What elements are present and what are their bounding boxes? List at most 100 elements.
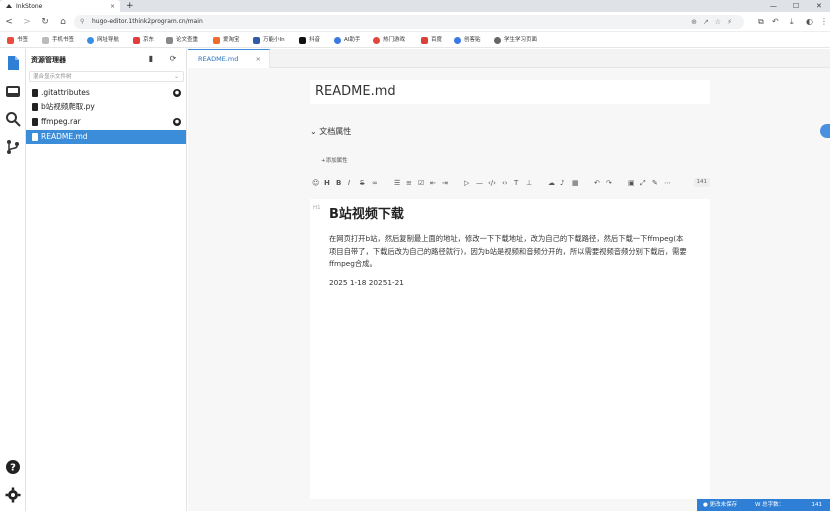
unsaved-status[interactable]: ● 更改未保存 xyxy=(703,499,737,511)
horizontal-rule-icon[interactable]: — xyxy=(476,177,483,189)
new-tab-button[interactable]: + xyxy=(126,0,134,12)
strikethrough-icon[interactable]: S xyxy=(360,177,364,189)
outdent-icon[interactable]: ⇤ xyxy=(430,177,436,189)
help-icon[interactable]: ? xyxy=(5,459,21,475)
home-icon[interactable]: ⌂ xyxy=(57,16,69,28)
document-date-line[interactable]: 2025 1-18 20251-21 xyxy=(329,278,404,287)
redo-icon[interactable]: ↷ xyxy=(606,177,612,189)
link-icon[interactable]: ∞ xyxy=(372,177,378,189)
bookmark-item[interactable]: 创客贴 xyxy=(454,35,481,45)
document-paragraph[interactable]: 在网页打开b站，然后复制最上面的地址，修改一下下载地址，改为自己的下载路径，然后… xyxy=(329,233,689,271)
inline-code-icon[interactable]: ‹› xyxy=(502,177,508,189)
markdown-toolbar: ☺ H B I S ∞ ☰ ≡ ☑ ⇤ ⇥ ▷ — ‹/› ‹› T ⊥ ☁ ♪… xyxy=(310,177,710,189)
bookmarks-bar: 书签 手机书签 网址导航 京东 论文查重 爱淘宝 万能小In 抖音 AI助手 热… xyxy=(0,32,830,48)
minimize-icon[interactable]: — xyxy=(770,0,777,12)
svg-text:?: ? xyxy=(10,463,16,474)
download-icon[interactable]: ⤓ xyxy=(790,16,794,28)
ordered-list-icon[interactable]: ≡ xyxy=(406,177,412,189)
game-icon xyxy=(373,36,380,44)
insert-after-icon[interactable]: ⊥ xyxy=(526,177,532,189)
browser-tab-bar: InkStone × + — ☐ ✕ xyxy=(0,0,830,12)
document-heading[interactable]: B站视频下载 xyxy=(329,203,404,222)
undo-icon[interactable]: ↶ xyxy=(772,16,779,28)
bookmark-item[interactable]: 百度 xyxy=(421,35,442,45)
file-item[interactable]: ffmpeg.rar xyxy=(26,115,186,129)
taobao-icon xyxy=(213,36,220,44)
file-item-active[interactable]: README.md xyxy=(26,130,186,144)
table-icon[interactable]: ▦ xyxy=(572,177,579,189)
fullscreen-icon[interactable]: ⤢ xyxy=(640,177,646,189)
bookmark-item[interactable]: 书签 xyxy=(7,35,28,45)
browser-tab[interactable]: InkStone × xyxy=(0,0,120,12)
folder-icon xyxy=(42,36,49,44)
star-icon xyxy=(7,36,14,44)
bookmark-item[interactable]: 爱淘宝 xyxy=(213,35,240,45)
bookmark-item[interactable]: 学生学习页面 xyxy=(494,35,537,45)
activity-bar: ? xyxy=(0,49,26,511)
file-item[interactable]: b站视频爬取.py xyxy=(26,100,186,114)
refresh-icon[interactable]: ⟳ xyxy=(168,54,178,64)
italic-icon[interactable]: I xyxy=(348,177,350,189)
ai-icon xyxy=(334,36,341,44)
bookmark-item[interactable]: 论文查重 xyxy=(166,35,198,45)
emoji-icon[interactable]: ☺ xyxy=(312,177,319,189)
undo-icon[interactable]: ↶ xyxy=(594,177,600,189)
files-icon[interactable] xyxy=(5,55,21,71)
bullet-list-icon[interactable]: ☰ xyxy=(394,177,400,189)
profile-icon[interactable]: ◐ xyxy=(806,16,813,28)
indent-icon[interactable]: ⇥ xyxy=(442,177,448,189)
bookmark-item[interactable]: 京东 xyxy=(133,35,154,45)
settings-gear-icon[interactable] xyxy=(5,487,21,503)
side-panel-toggle[interactable] xyxy=(820,124,830,138)
chevron-down-icon: ⌄ xyxy=(173,73,179,80)
tree-view-select[interactable]: 混合显示文件树 ⌄ xyxy=(29,71,184,82)
reload-icon[interactable]: ↻ xyxy=(39,16,51,28)
new-file-icon[interactable]: ▮ xyxy=(146,54,156,64)
doc-title-input[interactable]: README.md xyxy=(310,80,710,104)
url-actions-icons[interactable]: ⊕↗☆⚡ xyxy=(691,15,738,29)
bookmark-item[interactable]: AI助手 xyxy=(334,35,360,45)
menu-icon[interactable]: ⋮ xyxy=(820,16,828,28)
edit-mode-icon[interactable]: ✎ xyxy=(652,177,658,189)
bookmark-item[interactable]: 万能小In xyxy=(253,35,285,45)
file-icon xyxy=(32,118,38,126)
code-icon[interactable]: ‹/› xyxy=(488,177,496,189)
github-icon xyxy=(173,89,181,97)
extensions-icon[interactable]: ⧉ xyxy=(758,16,764,28)
add-property-button[interactable]: +添加属性 xyxy=(321,156,348,164)
properties-label: 文档属性 xyxy=(319,127,352,136)
close-window-icon[interactable]: ✕ xyxy=(816,0,822,12)
checklist-icon[interactable]: ☑ xyxy=(418,177,424,189)
table-row-icon[interactable]: T xyxy=(514,177,518,189)
source-control-icon[interactable] xyxy=(5,139,21,155)
site-info-icon[interactable]: ⚲ xyxy=(80,15,84,29)
forward-icon[interactable]: > xyxy=(21,16,33,28)
bookmark-item[interactable]: 手机书签 xyxy=(42,35,74,45)
upload-icon[interactable]: ☁ xyxy=(548,177,555,189)
bookmark-item[interactable]: 网址导航 xyxy=(87,35,119,45)
document-properties-toggle[interactable]: ⌄ 文档属性 xyxy=(310,126,351,137)
bookmark-item[interactable]: 抖音 xyxy=(299,35,320,45)
inbox-icon[interactable] xyxy=(5,83,21,99)
editor-tab[interactable]: README.md × xyxy=(188,49,270,68)
file-item[interactable]: .gitattributes xyxy=(26,86,186,100)
file-icon xyxy=(32,89,38,97)
editor-tab-close-button[interactable]: × xyxy=(256,50,261,68)
search-icon[interactable] xyxy=(5,111,21,127)
status-bar: ● 更改未保存 W 总字数： 141 xyxy=(697,499,830,511)
back-icon[interactable]: < xyxy=(3,16,15,28)
browser-tab-title: InkStone xyxy=(16,2,43,10)
heading-icon[interactable]: H xyxy=(324,177,330,189)
bold-icon[interactable]: B xyxy=(336,177,341,189)
document-body[interactable]: H1 B站视频下载 在网页打开b站，然后复制最上面的地址，修改一下下载地址，改为… xyxy=(310,199,710,499)
more-icon[interactable]: ⋯ xyxy=(664,177,671,189)
browser-tab-close-button[interactable]: × xyxy=(110,3,115,10)
bookmark-item[interactable]: 热门游戏 xyxy=(373,35,405,45)
quote-icon[interactable]: ▷ xyxy=(464,177,469,189)
editor-area: README.md × README.md ⌄ 文档属性 +添加属性 ☺ H B… xyxy=(188,49,830,511)
record-icon[interactable]: ♪ xyxy=(560,177,564,189)
save-icon[interactable]: ▣ xyxy=(628,177,635,189)
github-icon xyxy=(173,118,181,126)
maximize-icon[interactable]: ☐ xyxy=(793,0,799,12)
url-field[interactable]: ⚲ hugo-editor.1think2program.cn/main ⊕↗☆… xyxy=(74,15,744,29)
